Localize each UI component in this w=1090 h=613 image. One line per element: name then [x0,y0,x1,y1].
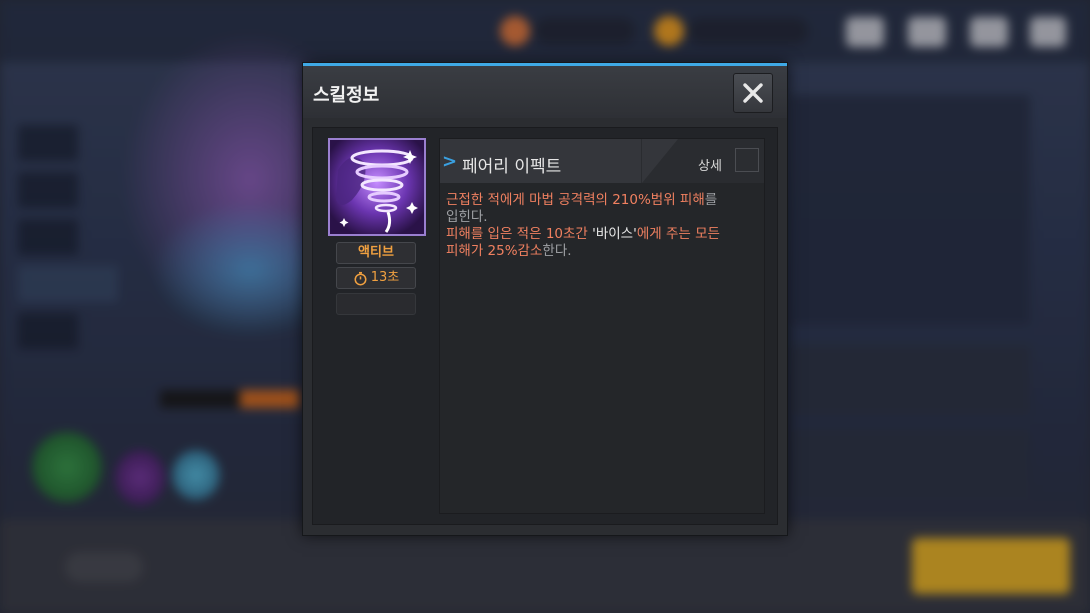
dialog-header: 스킬정보 [303,66,787,118]
empty-badge-slot [336,293,416,315]
dialog-body: 액티브 13초 > 페어리 이펙트 상세 근접한 적에게 마법 공격력의 210… [312,127,778,525]
purple-tornado-skill-icon [328,138,426,236]
desc-line4-rest: 한다. [542,243,572,259]
skill-info-dialog: 스킬정보 액티브 13초 > 페어리 이펙트 상세 근접한 적에게 마법 공격력… [302,62,788,536]
chevron-right-icon: > [442,151,458,172]
stopwatch-icon [354,271,367,285]
skill-type-badge: 액티브 [336,242,416,264]
skill-info-area: > 페어리 이펙트 상세 근접한 적에게 마법 공격력의 210%범위 피해를 … [439,138,765,514]
skill-name-bar: > 페어리 이펙트 상세 [440,139,764,183]
cooldown-text: 13초 [370,270,400,285]
desc-line1-rest: 를 [704,192,718,208]
desc-line3-name: '바이스' [592,226,637,242]
detail-label: 상세 [698,159,722,174]
desc-line2: 입힌다. [446,209,488,225]
dialog-title: 스킬정보 [313,85,380,106]
desc-line3-highlight: 피해를 입은 적은 10초간 [446,226,593,242]
desc-line3-rest: 에게 주는 모든 [636,226,720,242]
close-icon [743,83,763,103]
desc-line1-highlight: 근접한 적에게 마법 공격력의 210%범위 피해 [446,192,705,208]
skill-description: 근접한 적에게 마법 공격력의 210%범위 피해를 입힌다. 피해를 입은 적… [446,192,758,260]
close-button[interactable] [733,73,773,113]
desc-line4-highlight: 피해가 25%감소 [446,243,543,259]
skill-name: 페어리 이펙트 [462,157,562,177]
cooldown-badge: 13초 [336,267,416,289]
detail-checkbox[interactable] [735,148,759,172]
